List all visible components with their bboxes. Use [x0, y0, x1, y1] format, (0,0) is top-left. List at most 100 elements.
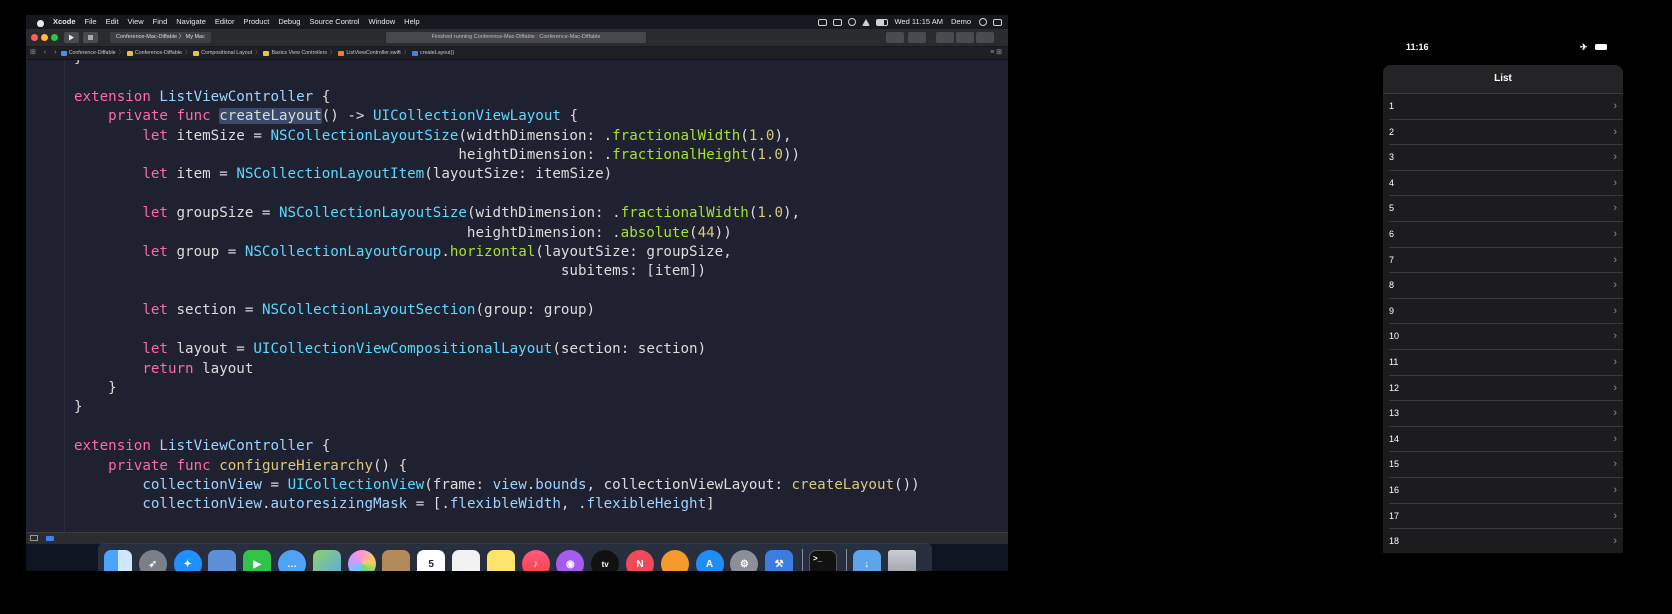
menu-clock[interactable]: Wed 11:15 AM: [894, 15, 943, 29]
menu-navigate[interactable]: Navigate: [176, 15, 206, 29]
back-icon[interactable]: ‹: [44, 47, 46, 59]
inspector-toggle[interactable]: [976, 32, 994, 43]
dock: ➶ ✦ ▶ … 5 ♪ ◉ tv N A ⚙ ⚒ >_ ↓: [98, 543, 932, 571]
zoom-window-button[interactable]: [51, 34, 58, 41]
tv-icon[interactable]: tv: [591, 550, 620, 571]
list-item[interactable]: 11 ›: [1389, 350, 1623, 376]
breadcrumb-project[interactable]: Conference-Diffable: [60, 47, 116, 59]
app-store-icon[interactable]: A: [695, 550, 724, 571]
news-icon[interactable]: N: [625, 550, 654, 571]
menu-source-control[interactable]: Source Control: [309, 15, 359, 29]
menu-view[interactable]: View: [128, 15, 144, 29]
library-button[interactable]: [886, 32, 904, 43]
navigator-toggle[interactable]: [936, 32, 954, 43]
related-items-icon[interactable]: ⊞: [30, 47, 36, 59]
forward-icon[interactable]: ›: [54, 47, 56, 59]
facetime-icon[interactable]: ▶: [243, 550, 272, 571]
chevron-right-icon: ›: [1613, 535, 1617, 548]
list-item[interactable]: 9 ›: [1389, 299, 1623, 325]
breadcrumb-group[interactable]: Conference-Diffable: [126, 47, 182, 59]
list-item[interactable]: 14 ›: [1389, 427, 1623, 453]
menu-user[interactable]: Demo: [951, 15, 971, 29]
spotlight-icon[interactable]: [979, 18, 987, 26]
list-item[interactable]: 1 ›: [1389, 94, 1623, 120]
photos-icon[interactable]: [347, 550, 376, 571]
calendar-icon[interactable]: 5: [417, 550, 446, 571]
menu-file[interactable]: File: [85, 15, 97, 29]
breadcrumb-basics[interactable]: Basics View Controllers: [263, 47, 327, 59]
chevron-right-icon: ›: [1613, 227, 1617, 240]
chevron-right-icon: ›: [1613, 407, 1617, 420]
trash-icon[interactable]: [887, 550, 916, 571]
list-item[interactable]: 3 ›: [1389, 145, 1623, 171]
editor-options-icon[interactable]: ≡ ⊞: [990, 47, 1002, 59]
menu-find[interactable]: Find: [153, 15, 168, 29]
code-text[interactable]: } extension ListViewController { private…: [74, 60, 920, 515]
chevron-right-icon: ›: [1613, 100, 1617, 112]
review-button[interactable]: [908, 32, 926, 43]
list-view[interactable]: 1 › 2 › 3 › 4 › 5 › 6 › 7 › 8 › 9 › 10 › 11 › 12 › 1…: [1383, 94, 1623, 553]
hide-debug-icon[interactable]: [30, 535, 38, 541]
eject-icon[interactable]: [862, 18, 871, 26]
terminal-icon[interactable]: >_: [808, 550, 837, 571]
list-item[interactable]: 16 ›: [1389, 478, 1623, 504]
notification-center-icon[interactable]: [993, 18, 1002, 26]
list-item[interactable]: 7 ›: [1389, 248, 1623, 274]
battery-icon[interactable]: [876, 18, 889, 26]
podcasts-icon[interactable]: ◉: [556, 550, 585, 571]
list-item[interactable]: 12 ›: [1389, 376, 1623, 402]
breakpoints-icon[interactable]: [46, 536, 54, 541]
destination-name: My Mac: [185, 34, 205, 40]
menu-debug[interactable]: Debug: [278, 15, 300, 29]
airplay-icon[interactable]: [833, 18, 843, 26]
finder-icon[interactable]: [104, 550, 132, 571]
breadcrumb-file[interactable]: ListViewController.swift: [338, 47, 401, 59]
reminders-icon[interactable]: [451, 550, 480, 571]
messages-icon[interactable]: …: [277, 550, 306, 571]
stop-button[interactable]: [83, 32, 98, 43]
list-item[interactable]: 17 ›: [1389, 504, 1623, 530]
menu-help[interactable]: Help: [404, 15, 419, 29]
breadcrumb-method[interactable]: createLayout(): [412, 47, 454, 59]
project-icon: [60, 50, 67, 56]
close-window-button[interactable]: [31, 34, 38, 41]
list-item[interactable]: 13 ›: [1389, 401, 1623, 427]
list-item[interactable]: 5 ›: [1389, 196, 1623, 222]
downloads-icon[interactable]: ↓: [852, 550, 881, 571]
chevron-right-icon: ›: [1613, 151, 1617, 164]
line-gutter[interactable]: [26, 60, 65, 532]
contacts-icon[interactable]: [382, 550, 411, 571]
launchpad-icon[interactable]: ➶: [138, 550, 167, 571]
maps-icon[interactable]: [312, 550, 341, 571]
debug-area-toggle[interactable]: [956, 32, 974, 43]
list-item[interactable]: 15 ›: [1389, 452, 1623, 478]
menu-window[interactable]: Window: [368, 15, 395, 29]
list-item[interactable]: 10 ›: [1389, 324, 1623, 350]
books-icon[interactable]: [660, 550, 689, 571]
minimize-window-button[interactable]: [41, 34, 48, 41]
menu-edit[interactable]: Edit: [106, 15, 119, 29]
music-icon[interactable]: ♪: [521, 550, 550, 571]
source-editor[interactable]: } extension ListViewController { private…: [26, 60, 1008, 532]
xcode-icon[interactable]: ⚒: [765, 550, 794, 571]
run-button[interactable]: [64, 32, 79, 43]
list-item[interactable]: 8 ›: [1389, 273, 1623, 299]
list-item[interactable]: 6 ›: [1389, 222, 1623, 248]
screen-share-icon[interactable]: [818, 18, 828, 26]
scheme-selector[interactable]: Conference-Mac-Diffable 〉 My Mac: [110, 32, 211, 43]
menu-app-xcode[interactable]: Xcode: [53, 15, 76, 29]
system-preferences-icon[interactable]: ⚙: [730, 550, 759, 571]
breadcrumb-compositional[interactable]: Compositional Layout: [193, 47, 252, 59]
list-item[interactable]: 4 ›: [1389, 171, 1623, 197]
apple-icon[interactable]: [36, 18, 45, 27]
status-area: Wed 11:15 AM Demo: [818, 15, 1008, 29]
menu-product[interactable]: Product: [243, 15, 269, 29]
menu-editor[interactable]: Editor: [215, 15, 235, 29]
list-sheet: List 1 › 2 › 3 › 4 › 5 › 6 › 7 › 8 › 9 › 10 › 11 › …: [1383, 65, 1623, 553]
list-item[interactable]: 18 ›: [1389, 529, 1623, 553]
notes-icon[interactable]: [486, 550, 515, 571]
wifi-icon[interactable]: [848, 18, 857, 26]
safari-icon[interactable]: ✦: [173, 550, 202, 571]
preview-icon[interactable]: [208, 550, 237, 571]
list-item[interactable]: 2 ›: [1389, 120, 1623, 146]
